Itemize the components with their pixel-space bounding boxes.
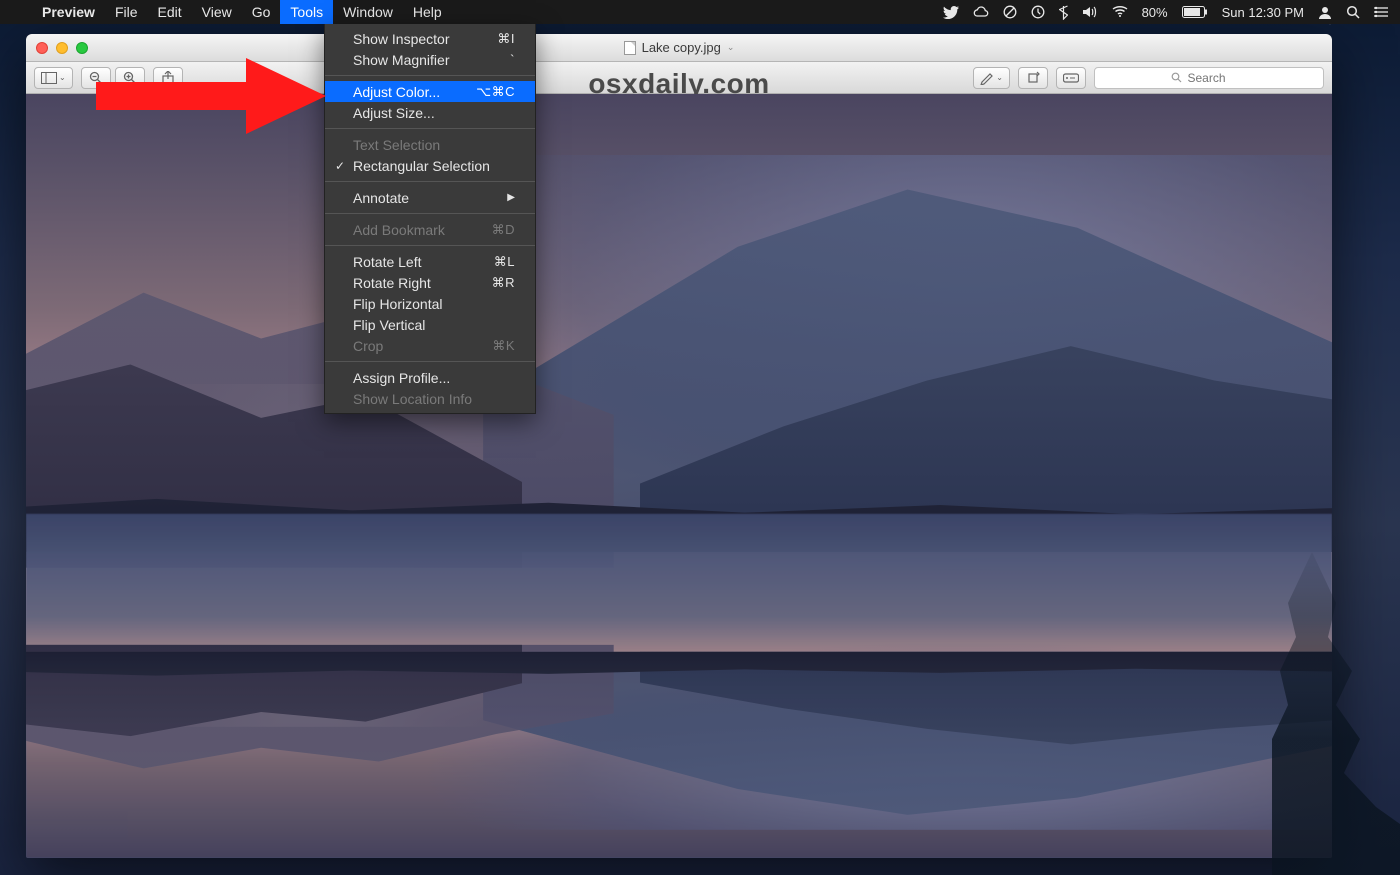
menubar-go[interactable]: Go bbox=[242, 0, 281, 24]
menu-item-text-selection: Text Selection bbox=[325, 134, 535, 155]
menu-separator bbox=[325, 128, 535, 129]
tools-menu: Show Inspector ⌘I Show Magnifier ` Adjust Co… bbox=[324, 24, 536, 414]
menu-item-shortcut: ` bbox=[510, 52, 515, 67]
menu-item-shortcut: ⌘I bbox=[497, 31, 515, 47]
menu-item-shortcut: ⌘L bbox=[494, 254, 515, 270]
search-input[interactable] bbox=[1188, 71, 1248, 85]
menu-item-assign-profile[interactable]: Assign Profile... bbox=[325, 367, 535, 388]
menubar-edit[interactable]: Edit bbox=[148, 0, 192, 24]
menu-item-rotate-left[interactable]: Rotate Left ⌘L bbox=[325, 251, 535, 272]
menu-item-shortcut: ⌥⌘C bbox=[476, 84, 515, 100]
menu-item-label: Show Magnifier bbox=[353, 52, 450, 68]
menu-item-shortcut: ⌘K bbox=[492, 338, 515, 354]
menu-item-shortcut: ⌘R bbox=[492, 275, 515, 291]
menu-item-show-location-info: Show Location Info bbox=[325, 388, 535, 409]
bluetooth-icon[interactable] bbox=[1059, 5, 1068, 20]
notification-center-icon[interactable] bbox=[1374, 6, 1388, 18]
menu-item-label: Crop bbox=[353, 338, 383, 354]
do-not-disturb-icon[interactable] bbox=[1003, 5, 1017, 19]
zoom-out-button[interactable] bbox=[81, 67, 111, 89]
menu-separator bbox=[325, 361, 535, 362]
menu-item-label: Add Bookmark bbox=[353, 222, 445, 238]
menu-separator bbox=[325, 213, 535, 214]
menu-item-shortcut: ⌘D bbox=[492, 222, 515, 238]
menu-item-rectangular-selection[interactable]: ✓ Rectangular Selection bbox=[325, 155, 535, 176]
menu-item-show-inspector[interactable]: Show Inspector ⌘I bbox=[325, 28, 535, 49]
menubar-view[interactable]: View bbox=[192, 0, 242, 24]
rotate-button[interactable] bbox=[1018, 67, 1048, 89]
document-icon bbox=[624, 41, 636, 55]
zoom-in-button[interactable] bbox=[115, 67, 145, 89]
user-icon[interactable] bbox=[1318, 5, 1332, 19]
menu-item-add-bookmark: Add Bookmark ⌘D bbox=[325, 219, 535, 240]
menu-separator bbox=[325, 181, 535, 182]
battery-icon[interactable] bbox=[1182, 6, 1208, 18]
menubar-window[interactable]: Window bbox=[333, 0, 403, 24]
highlight-button[interactable]: ⌄ bbox=[973, 67, 1010, 89]
search-field[interactable] bbox=[1094, 67, 1324, 89]
menu-item-label: Show Location Info bbox=[353, 391, 472, 407]
window-title-text: Lake copy.jpg bbox=[642, 40, 721, 55]
menubar-app-name[interactable]: Preview bbox=[32, 0, 105, 24]
menu-item-label: Rotate Right bbox=[353, 275, 431, 291]
image-canvas[interactable] bbox=[26, 94, 1332, 858]
menu-separator bbox=[325, 75, 535, 76]
menu-item-annotate[interactable]: Annotate ▶ bbox=[325, 187, 535, 208]
menu-item-label: Text Selection bbox=[353, 137, 440, 153]
menu-item-label: Flip Vertical bbox=[353, 317, 425, 333]
menubar-file[interactable]: File bbox=[105, 0, 148, 24]
check-icon: ✓ bbox=[335, 159, 345, 173]
menubar: Preview File Edit View Go Tools Window H… bbox=[0, 0, 1400, 24]
menu-item-label: Rotate Left bbox=[353, 254, 422, 270]
submenu-arrow-icon: ▶ bbox=[507, 192, 515, 203]
menu-item-flip-vertical[interactable]: Flip Vertical bbox=[325, 314, 535, 335]
menubar-tools[interactable]: Tools bbox=[280, 0, 333, 24]
menu-item-label: Adjust Color... bbox=[353, 84, 440, 100]
menu-item-label: Adjust Size... bbox=[353, 105, 435, 121]
menu-item-label: Annotate bbox=[353, 190, 409, 206]
cloud-icon[interactable] bbox=[973, 6, 989, 18]
twitter-icon[interactable] bbox=[943, 6, 959, 19]
menubar-clock[interactable]: Sun 12:30 PM bbox=[1222, 5, 1304, 20]
menu-item-flip-horizontal[interactable]: Flip Horizontal bbox=[325, 293, 535, 314]
menubar-help[interactable]: Help bbox=[403, 0, 452, 24]
menu-item-adjust-color[interactable]: Adjust Color... ⌥⌘C bbox=[325, 81, 535, 102]
markup-button[interactable] bbox=[1056, 67, 1086, 89]
menu-item-label: Flip Horizontal bbox=[353, 296, 442, 312]
spotlight-icon[interactable] bbox=[1346, 5, 1360, 19]
battery-percent: 80% bbox=[1142, 5, 1168, 20]
preview-window: Lake copy.jpg ⌄ ⌄ ⌄ osxdaily.com bbox=[26, 34, 1332, 858]
volume-icon[interactable] bbox=[1082, 5, 1098, 19]
share-button[interactable] bbox=[153, 67, 183, 89]
time-machine-icon[interactable] bbox=[1031, 5, 1045, 19]
toolbar: ⌄ ⌄ bbox=[26, 62, 1332, 94]
wifi-icon[interactable] bbox=[1112, 6, 1128, 18]
search-icon bbox=[1171, 72, 1182, 83]
menu-item-adjust-size[interactable]: Adjust Size... bbox=[325, 102, 535, 123]
menu-item-label: Rectangular Selection bbox=[353, 158, 490, 174]
menu-item-label: Assign Profile... bbox=[353, 370, 450, 386]
menu-item-label: Show Inspector bbox=[353, 31, 450, 47]
menu-item-crop: Crop ⌘K bbox=[325, 335, 535, 356]
menu-item-rotate-right[interactable]: Rotate Right ⌘R bbox=[325, 272, 535, 293]
menu-item-show-magnifier[interactable]: Show Magnifier ` bbox=[325, 49, 535, 70]
menu-separator bbox=[325, 245, 535, 246]
sidebar-toggle-button[interactable]: ⌄ bbox=[34, 67, 73, 89]
titlebar[interactable]: Lake copy.jpg ⌄ bbox=[26, 34, 1332, 62]
chevron-down-icon[interactable]: ⌄ bbox=[727, 42, 735, 53]
window-title: Lake copy.jpg ⌄ bbox=[26, 40, 1332, 55]
